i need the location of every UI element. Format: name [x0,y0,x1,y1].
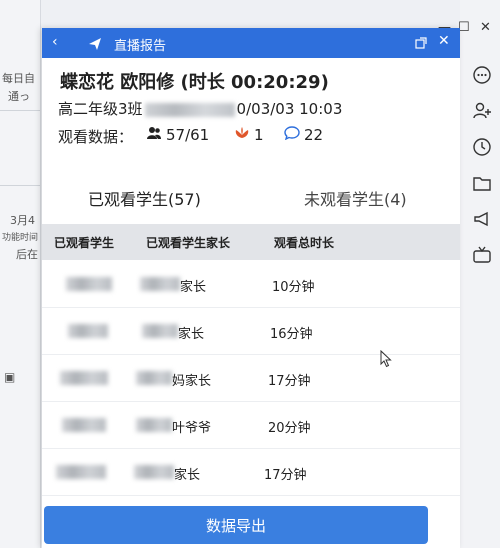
panel-titlebar: ‹ 直播报告 ✕ [42,28,460,58]
close-icon[interactable]: ✕ [438,33,450,49]
table-row[interactable]: 叶爷爷 20分钟 [42,403,460,449]
stats-label: 观看数据： [58,128,134,146]
table-row[interactable]: 家长 16分钟 [42,309,460,355]
parent-label: 家长 [178,327,205,342]
redacted-parent-name [136,371,172,385]
tab-not-watched[interactable]: 未观看学生(4) [304,186,407,210]
background-snippet: 通っ [8,90,30,103]
watch-duration: 17分钟 [264,468,307,483]
likes-count: 1 [254,126,264,144]
redacted-student-name [60,371,108,385]
viewers-stat: 57/61 [146,126,209,144]
watch-duration: 17分钟 [268,374,311,389]
mouse-cursor-icon [380,350,392,368]
calendar-icon: ▣ [4,370,16,384]
background-snippet: 后在 [16,248,38,261]
table-row[interactable]: 家长 17分钟 [42,450,460,496]
watch-duration: 10分钟 [272,280,315,295]
back-icon[interactable]: ‹ [52,34,58,50]
watch-duration: 20分钟 [268,421,311,436]
table-row[interactable]: 妈家长 17分钟 [42,356,460,402]
background-snippet: 功能时间 [2,233,39,243]
flower-icon [234,126,250,144]
redacted-parent-name [142,324,178,338]
table-header: 已观看学生 已观看学生家长 观看总时长 [42,224,460,260]
class-name: 高二年级3班 [58,100,143,118]
class-info: 高二年级3班 0/03/03 10:03 [58,98,342,119]
parent-label: 妈家长 [172,374,212,389]
megaphone-icon[interactable] [471,208,493,230]
background-snippet: 3月4 [10,214,35,227]
viewers-icon [146,126,162,144]
tv-icon[interactable] [471,244,493,266]
send-icon [88,36,102,55]
comment-icon [284,126,300,144]
viewers-count: 57/61 [166,126,210,144]
parent-label: 家长 [180,280,207,295]
redacted-student-name [62,418,106,432]
background-app-panel: 每日自 通っ 3月4 功能时间 后在 ▣ [0,0,41,548]
report-time: 0/03/03 10:03 [236,100,343,118]
parent-label: 叶爷爷 [172,421,212,436]
column-header: 已观看学生家长 [146,236,231,250]
more-icon[interactable] [471,64,493,86]
column-header: 观看总时长 [274,236,335,250]
redacted-student-name [66,277,112,291]
clock-icon[interactable] [471,136,493,158]
watch-duration: 16分钟 [270,327,313,342]
divider [0,185,40,186]
background-snippet: 每日自 [2,72,35,85]
parent-label: 家长 [174,468,201,483]
panel-title: 直播报告 [114,39,167,54]
tab-watched[interactable]: 已观看学生(57) [88,186,201,210]
redacted-student-name [68,324,108,338]
redacted-parent-name [134,465,174,479]
popout-icon[interactable] [414,35,428,54]
redacted-parent-name [140,277,180,291]
export-data-button[interactable]: 数据导出 [44,506,428,544]
comments-stat: 22 [284,126,323,144]
likes-stat: 1 [234,126,264,144]
divider [0,110,40,111]
comments-count: 22 [304,126,324,144]
live-report-panel: ‹ 直播报告 ✕ 蝶恋花 欧阳修 (时长 00:20:29) 高二年级3班 0/0… [42,28,460,548]
table-row[interactable]: 家长 10分钟 [42,262,460,308]
redacted-text [144,102,235,117]
window-close-icon[interactable]: ✕ [480,20,491,35]
add-person-icon[interactable] [471,100,493,122]
column-header: 已观看学生 [54,236,115,250]
folder-icon[interactable] [471,172,493,194]
redacted-parent-name [136,418,172,432]
redacted-student-name [56,465,106,479]
course-title: 蝶恋花 欧阳修 (时长 00:20:29) [60,72,329,93]
